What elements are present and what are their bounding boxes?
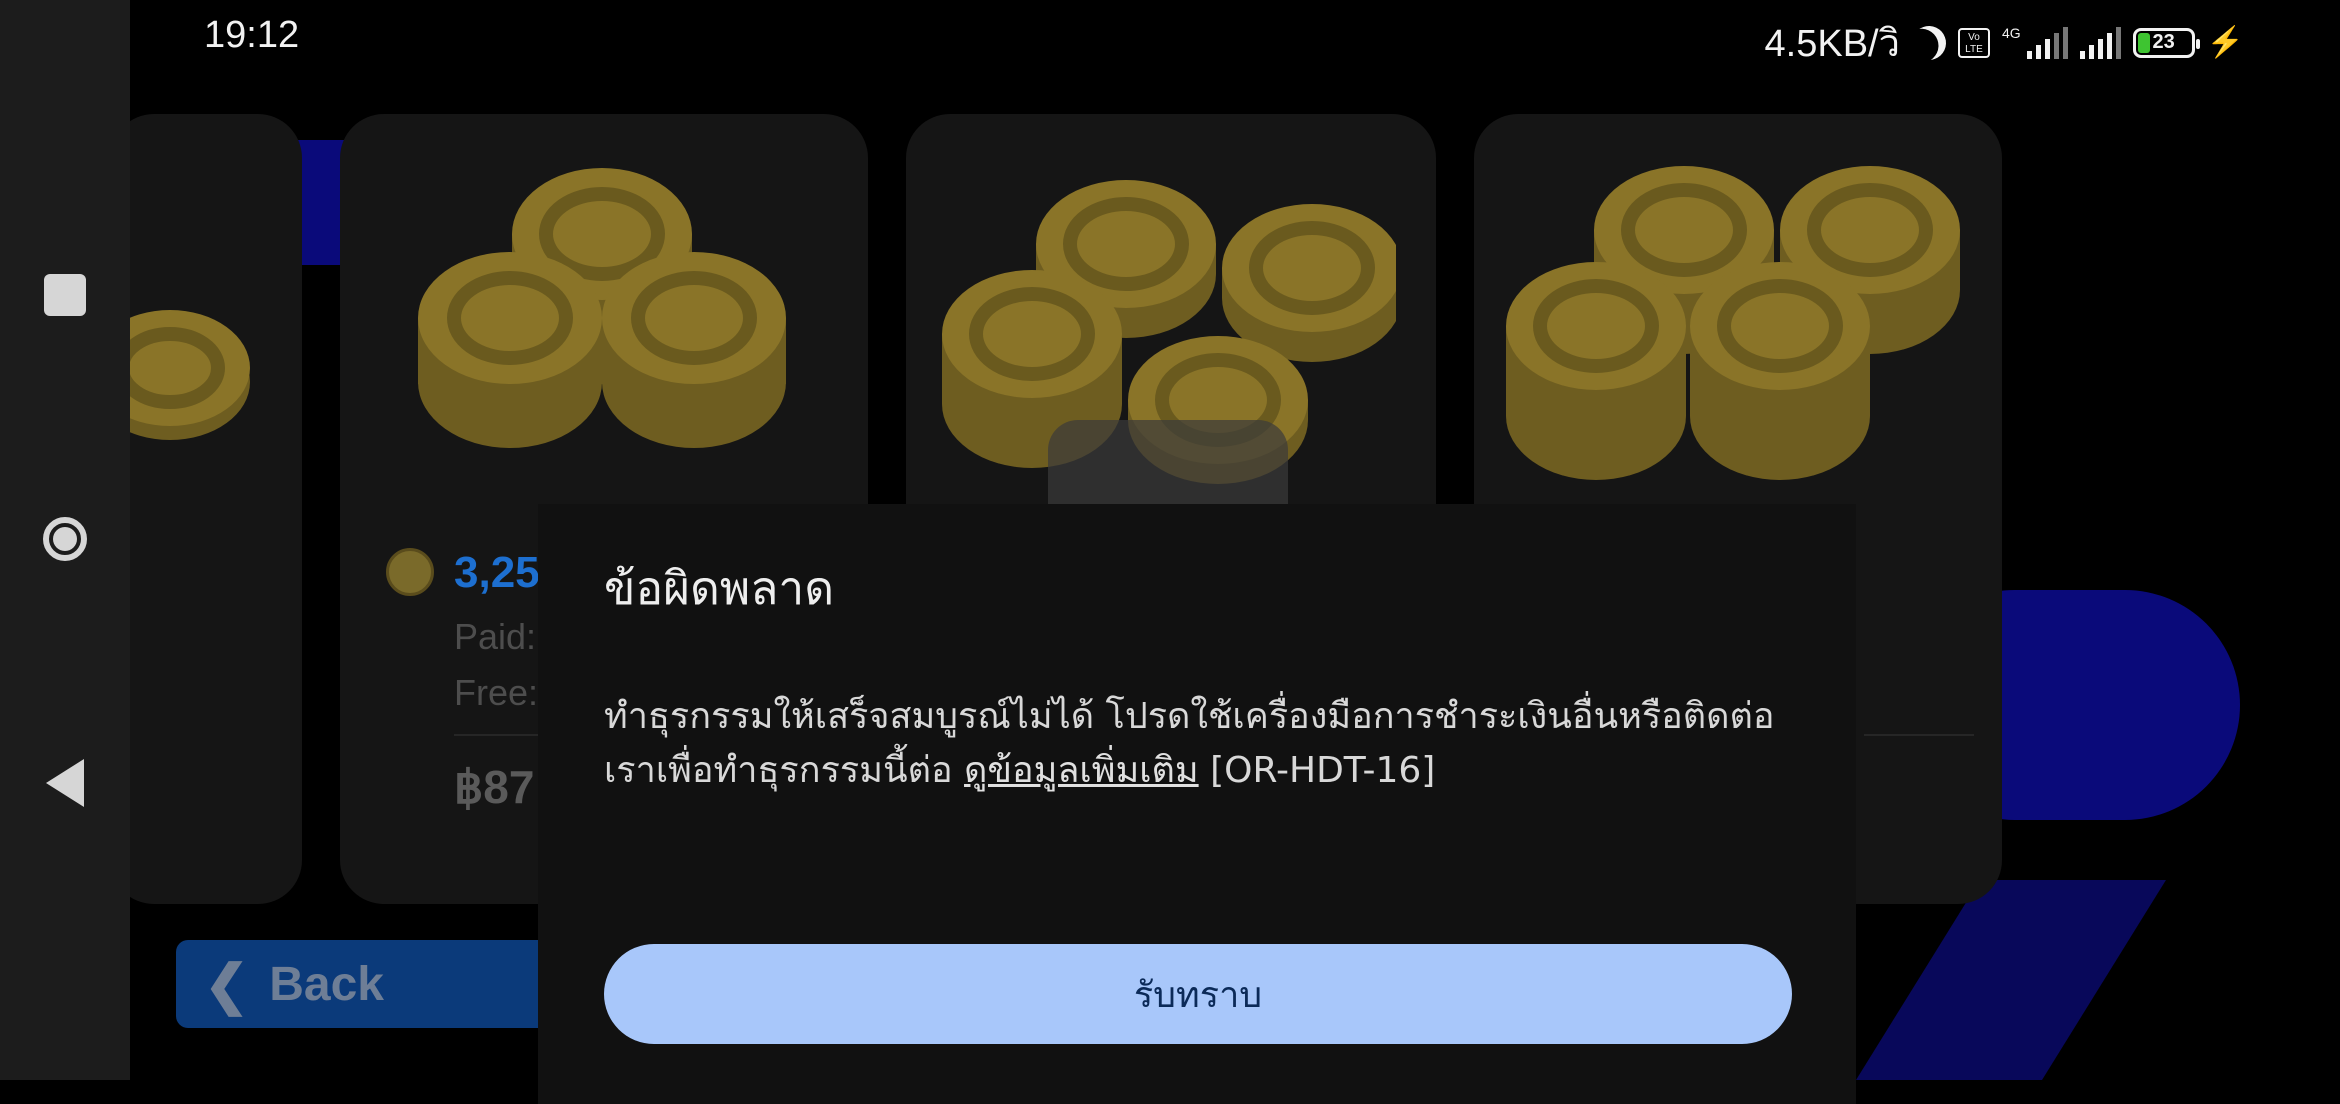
coin-amount: 3,25 [454,548,540,597]
recents-icon [44,274,86,316]
moon-icon [1907,21,1951,65]
background-shape [1856,880,2166,1080]
recents-button[interactable] [30,260,100,330]
charging-icon: ⚡ [2206,26,2244,59]
coin-stack-icon [418,168,786,448]
back-button[interactable]: ❮ Back [176,940,596,1028]
net-speed: 4.5KB/วิ [1764,23,1900,65]
clock: 19:12 [204,14,300,56]
error-code: [OR-HDT-16] [1210,750,1436,791]
dialog-message: ทำธุรกรรมให้เสร็จสมบูรณ์ไม่ได้ โปรดใช้เค… [604,690,1784,798]
dialog-title: ข้อผิดพลาด [604,561,835,615]
network-type: 4G [2001,24,2021,41]
divider [1864,734,1974,736]
home-button[interactable] [30,504,100,574]
acknowledge-button[interactable]: รับทราบ [604,944,1792,1044]
battery-level: 23 [2152,31,2175,53]
volte-icon: Vo LTE [1957,27,1990,58]
battery-icon: 23 [2132,27,2200,58]
coin-stack-icon [130,310,250,440]
price-label: ฿87 [454,761,535,813]
back-label: Back [269,957,384,1011]
free-label: Free: [454,672,539,713]
signal-icon [2079,26,2121,59]
back-nav-button[interactable] [30,748,100,818]
learn-more-link[interactable]: ดูข้อมูลเพิ่มเติม [964,750,1199,791]
home-icon [43,517,87,561]
back-icon [46,759,84,807]
paid-label: Paid: [454,616,537,657]
coin-pack-card[interactable] [110,114,302,904]
error-dialog: ข้อผิดพลาด ทำธุรกรรมให้เสร็จสมบูรณ์ไม่ได… [538,504,1856,1104]
status-icons: 4.5KB/วิ Vo LTE 4G 23 ⚡ [1765,12,2244,73]
coin-icon [386,548,434,596]
navigation-bar [0,0,130,1080]
chevron-left-icon: ❮ [204,954,250,1015]
signal-icon [2026,26,2068,59]
coin-stack-icon [1506,166,1960,480]
